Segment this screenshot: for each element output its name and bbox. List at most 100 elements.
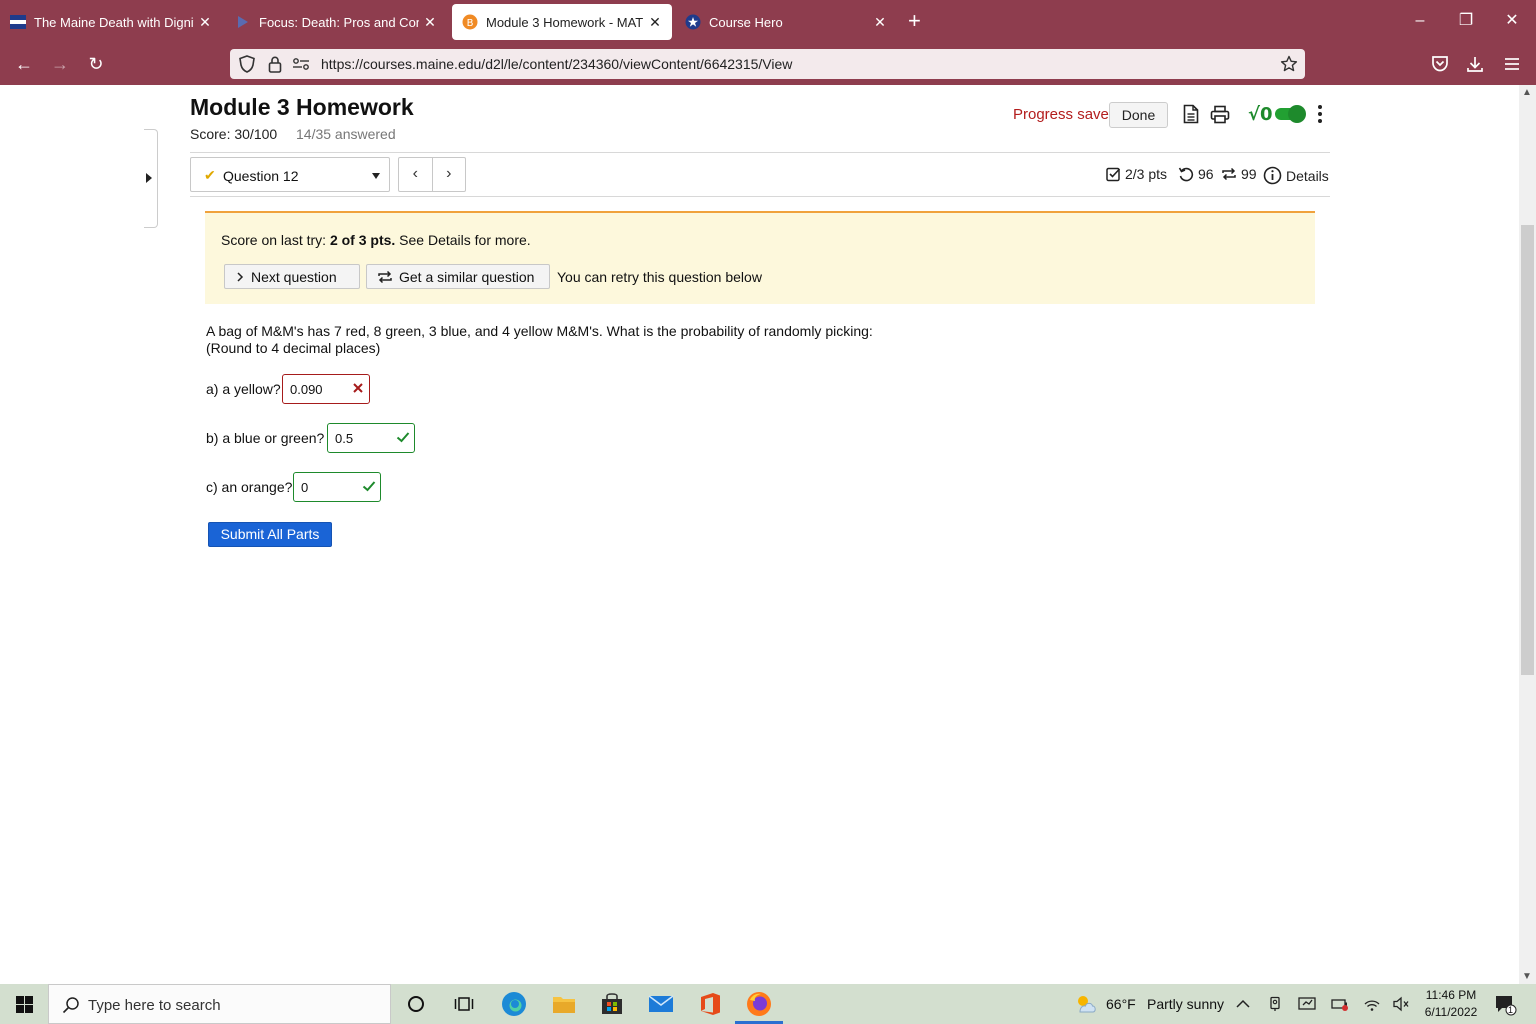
device-tray-icon[interactable] xyxy=(1298,995,1316,1013)
minimize-icon[interactable]: – xyxy=(1410,12,1430,30)
checkbox-icon xyxy=(1106,167,1121,182)
part-c-answer-input[interactable]: 0 xyxy=(293,472,381,502)
close-tab-icon[interactable]: ✕ xyxy=(873,14,887,31)
tab-label: Course Hero xyxy=(709,14,783,30)
points-indicator: 2/3 pts xyxy=(1106,166,1167,182)
shield-icon[interactable] xyxy=(238,55,256,73)
question-selector-label: Question 12 xyxy=(223,168,299,184)
restore-icon[interactable]: ❐ xyxy=(1456,12,1476,30)
next-question-label: Next question xyxy=(251,268,337,285)
address-bar[interactable]: https://courses.maine.edu/d2l/le/content… xyxy=(230,49,1305,79)
next-question-button[interactable]: Next question xyxy=(224,264,360,289)
volume-muted-icon[interactable] xyxy=(1392,995,1410,1013)
tab-label: The Maine Death with Dignity A xyxy=(34,14,194,30)
details-link[interactable]: Details xyxy=(1263,166,1329,185)
back-arrow-icon[interactable]: ← xyxy=(12,54,36,74)
tab-label: Focus: Death: Pros and Cons of xyxy=(259,14,419,30)
firefox-icon[interactable] xyxy=(735,984,783,1024)
progress-status: Progress saved xyxy=(1013,106,1118,123)
new-tab-plus-icon[interactable]: + xyxy=(908,10,921,32)
question-selector[interactable]: ✔ Question 12 xyxy=(190,157,390,192)
flag-favicon-icon xyxy=(10,14,26,30)
dropdown-caret-icon xyxy=(372,173,380,179)
previous-question-chevron-icon[interactable]: ‹ xyxy=(399,158,432,191)
system-clock[interactable]: 11:46 PM 6/11/2022 xyxy=(1416,987,1486,1021)
url-text: https://courses.maine.edu/d2l/le/content… xyxy=(321,56,793,72)
cortana-circle-icon[interactable] xyxy=(392,984,440,1024)
document-icon[interactable] xyxy=(1180,103,1202,125)
correct-check-icon xyxy=(396,432,410,443)
tab-module-3-homework[interactable]: B Module 3 Homework - MAT 115 ✕ xyxy=(452,4,672,40)
next-question-chevron-icon[interactable]: › xyxy=(431,158,466,191)
tab-course-hero[interactable]: Course Hero ✕ xyxy=(675,4,897,40)
repeat-icon xyxy=(1221,166,1237,182)
toggle-switch[interactable] xyxy=(1274,105,1306,123)
pocket-icon[interactable] xyxy=(1428,55,1452,76)
divider xyxy=(190,196,1330,197)
partial-check-icon: ✔ xyxy=(204,167,216,183)
math-editor-toggle[interactable]: √0 xyxy=(1248,103,1306,125)
details-label: Details xyxy=(1286,167,1329,184)
similar-question-button[interactable]: Get a similar question xyxy=(366,264,550,289)
incorrect-x-icon xyxy=(353,383,363,393)
meet-now-icon[interactable] xyxy=(1266,995,1284,1013)
submit-all-parts-button[interactable]: Submit All Parts xyxy=(208,522,332,547)
page-scrollbar[interactable]: ▲ ▼ xyxy=(1519,85,1536,984)
office-icon[interactable] xyxy=(686,984,734,1024)
coursehero-favicon-icon xyxy=(685,14,701,30)
print-icon[interactable] xyxy=(1209,103,1231,125)
repeat-icon xyxy=(377,269,393,285)
mail-icon[interactable] xyxy=(637,984,685,1024)
retries-value: 96 xyxy=(1198,166,1214,182)
part-b-label: b) a blue or green? xyxy=(206,430,325,446)
notification-count: 1 xyxy=(1508,1005,1514,1015)
task-view-icon[interactable] xyxy=(440,984,488,1024)
wifi-icon[interactable] xyxy=(1363,995,1381,1013)
lock-icon[interactable] xyxy=(266,55,284,73)
permissions-icon[interactable] xyxy=(292,55,310,73)
sidebar-toggle[interactable] xyxy=(144,129,158,228)
close-window-icon[interactable]: ✕ xyxy=(1502,12,1522,30)
done-button[interactable]: Done xyxy=(1109,102,1168,128)
scrollbar-thumb[interactable] xyxy=(1521,225,1534,675)
weather-temperature[interactable]: 66°F xyxy=(1106,996,1136,1012)
microsoft-store-icon[interactable] xyxy=(588,984,636,1024)
tab-focus-death[interactable]: Focus: Death: Pros and Cons of ✕ xyxy=(225,4,447,40)
expand-triangle-icon xyxy=(146,173,152,183)
clock-time: 11:46 PM xyxy=(1425,988,1477,1002)
attempts-indicator: 99 xyxy=(1221,166,1257,182)
divider xyxy=(190,152,1330,153)
forward-arrow-icon[interactable]: → xyxy=(48,54,72,74)
more-options-icon[interactable] xyxy=(1313,103,1327,125)
downloads-icon[interactable] xyxy=(1463,55,1487,77)
scroll-up-icon[interactable]: ▲ xyxy=(1522,87,1532,98)
similar-question-label: Get a similar question xyxy=(399,268,535,285)
question-text: A bag of M&M's has 7 red, 8 green, 3 blu… xyxy=(206,323,873,357)
edge-browser-icon[interactable] xyxy=(490,984,538,1024)
battery-icon[interactable] xyxy=(1331,995,1349,1013)
question-pager: ‹ › xyxy=(398,157,466,192)
close-tab-icon[interactable]: ✕ xyxy=(648,14,662,31)
hamburger-menu-icon[interactable] xyxy=(1500,55,1524,75)
tab-maine-death-with-dignity[interactable]: The Maine Death with Dignity A ✕ xyxy=(0,4,222,40)
notifications-icon[interactable]: 1 xyxy=(1494,994,1518,1016)
close-tab-icon[interactable]: ✕ xyxy=(423,14,437,31)
scroll-down-icon[interactable]: ▼ xyxy=(1522,971,1532,982)
score-message: Score on last try: 2 of 3 pts. See Detai… xyxy=(221,232,531,248)
partly-sunny-weather-icon[interactable] xyxy=(1074,993,1098,1015)
answered-count: 14/35 answered xyxy=(296,126,396,142)
correct-check-icon xyxy=(362,481,376,492)
close-tab-icon[interactable]: ✕ xyxy=(198,14,212,31)
bookmark-star-icon[interactable] xyxy=(1280,55,1298,73)
weather-description[interactable]: Partly sunny xyxy=(1147,996,1224,1012)
windows-start-icon[interactable] xyxy=(0,984,48,1024)
part-b-answer-input[interactable]: 0.5 xyxy=(327,423,415,453)
points-value: 2/3 pts xyxy=(1125,166,1168,182)
reload-icon[interactable]: ↻ xyxy=(84,54,108,74)
taskbar-search-box[interactable]: Type here to search xyxy=(48,984,391,1024)
file-explorer-icon[interactable] xyxy=(540,984,588,1024)
show-hidden-icons-chevron-icon[interactable] xyxy=(1234,995,1252,1013)
undo-icon xyxy=(1178,166,1194,182)
assignment-title: Module 3 Homework xyxy=(190,94,414,120)
part-a-answer-input[interactable]: 0.090 xyxy=(282,374,370,404)
